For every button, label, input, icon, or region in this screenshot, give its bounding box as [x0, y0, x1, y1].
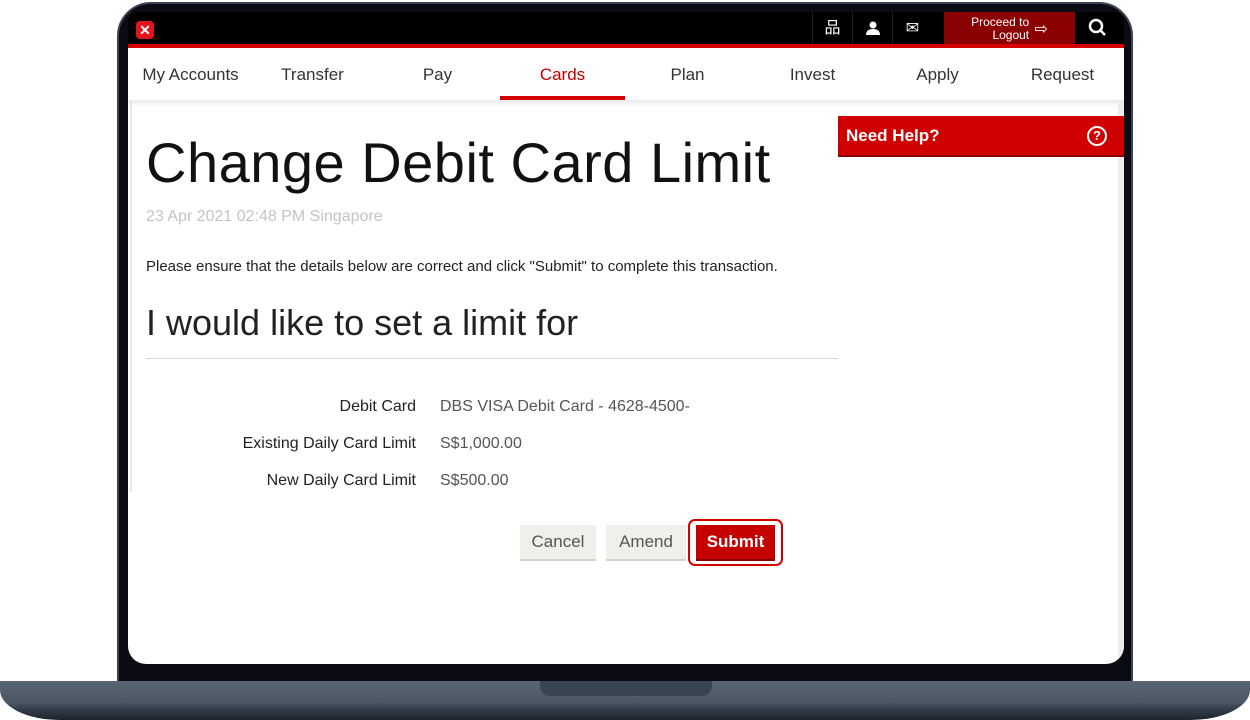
need-help-label: Need Help?: [846, 126, 940, 145]
need-help-panel[interactable]: Need Help? ?: [838, 116, 1124, 157]
main-content: Change Debit Card Limit 23 Apr 2021 02:4…: [128, 100, 1124, 664]
logout-button[interactable]: Proceed to Logout ⇨: [944, 12, 1075, 44]
nav-plan[interactable]: Plan: [625, 52, 750, 100]
section-title: I would like to set a limit for: [146, 302, 579, 343]
help-question-icon[interactable]: ?: [1087, 126, 1107, 146]
instruction-text: Please ensure that the details below are…: [146, 258, 778, 275]
detail-label: New Daily Card Limit: [266, 472, 416, 489]
main-nav: My Accounts Transfer Pay Cards Plan Inve…: [128, 52, 1124, 100]
amend-button[interactable]: Amend: [606, 525, 686, 561]
detail-label: Debit Card: [339, 398, 416, 415]
detail-label: Existing Daily Card Limit: [242, 435, 416, 452]
logout-label-line2: Logout: [992, 28, 1030, 42]
section-divider: [146, 358, 838, 359]
browser-screen: ✕ 品 ✉ Proceed to Logout ⇨ My Accounts Tr…: [128, 12, 1124, 664]
timestamp: 23 Apr 2021 02:48 PM Singapore: [146, 208, 383, 225]
nav-pay[interactable]: Pay: [375, 52, 500, 100]
page-title: Change Debit Card Limit: [146, 131, 771, 194]
submit-button[interactable]: Submit: [696, 525, 775, 561]
nav-request[interactable]: Request: [1000, 52, 1124, 100]
cancel-button[interactable]: Cancel: [520, 525, 596, 561]
profile-icon-glyph: [865, 21, 880, 35]
content-left-border: [130, 100, 132, 492]
logout-label: Proceed to Logout: [971, 16, 1029, 42]
detail-value: S$1,000.00: [440, 435, 522, 452]
sitemap-icon[interactable]: 品: [812, 12, 852, 44]
nav-cards[interactable]: Cards: [500, 52, 625, 100]
top-bar: ✕ 品 ✉ Proceed to Logout ⇨: [128, 12, 1124, 48]
mail-icon[interactable]: ✉: [892, 12, 932, 44]
logout-icon: ⇨: [1034, 20, 1048, 38]
detail-row-new-limit: New Daily Card Limit S$500.00: [146, 472, 846, 494]
detail-value: S$500.00: [440, 472, 509, 489]
scrollbar-track[interactable]: [1118, 100, 1124, 664]
nav-invest[interactable]: Invest: [750, 52, 875, 100]
detail-value: DBS VISA Debit Card - 4628-4500-: [440, 398, 690, 415]
profile-icon[interactable]: [852, 12, 892, 44]
logout-label-line1: Proceed to: [971, 15, 1030, 29]
dbs-logo-icon[interactable]: ✕: [136, 21, 154, 39]
laptop-notch: [540, 681, 712, 696]
search-icon[interactable]: [1078, 12, 1118, 44]
nav-transfer[interactable]: Transfer: [250, 52, 375, 100]
nav-my-accounts[interactable]: My Accounts: [128, 52, 253, 100]
nav-apply[interactable]: Apply: [875, 52, 1000, 100]
search-icon-glyph: [1088, 18, 1106, 36]
detail-row-debit-card: Debit Card DBS VISA Debit Card - 4628-45…: [146, 398, 846, 420]
detail-row-existing-limit: Existing Daily Card Limit S$1,000.00: [146, 435, 846, 457]
